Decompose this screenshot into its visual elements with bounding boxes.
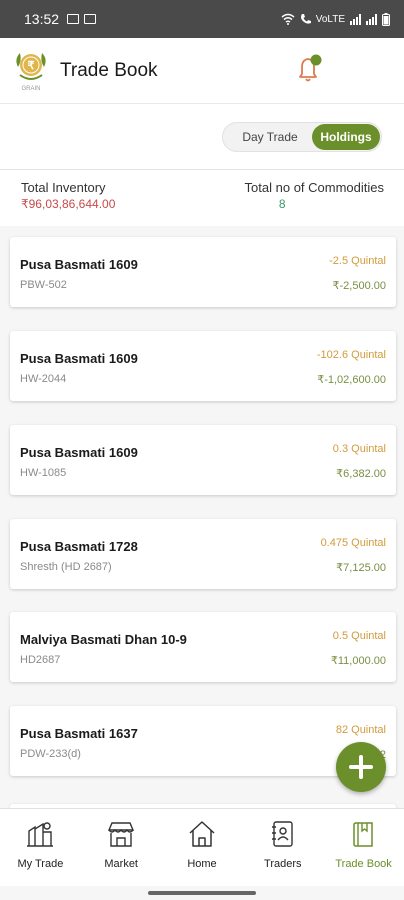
commodity-name: Pusa Basmati 1609	[20, 257, 138, 272]
total-commodities-value: 8	[278, 197, 286, 211]
nav-trade-book[interactable]: Trade Book	[323, 809, 404, 887]
status-bar: 13:52 VoLTE	[0, 0, 404, 38]
nav-label: Trade Book	[335, 858, 392, 870]
summary-panel: Total Inventory ₹96,03,86,644.00 Total n…	[0, 170, 404, 226]
nav-label: Home	[187, 858, 217, 870]
call-icon	[300, 14, 311, 24]
list-item[interactable]: Pusa Basmati 1609 PBW-502 -2.5 Quintal ₹…	[10, 237, 396, 307]
commodity-quantity: -2.5 Quintal	[329, 255, 386, 267]
status-right-icons: VoLTE	[281, 12, 390, 26]
commodity-code: PDW-233(d)	[20, 748, 81, 760]
total-inventory-value: ₹96,03,86,644.00	[21, 197, 116, 211]
nav-label: My Trade	[17, 858, 64, 870]
nav-home[interactable]: Home	[162, 809, 243, 887]
nav-label: Market	[104, 858, 138, 870]
commodity-amount: ₹-1,02,600.00	[317, 374, 386, 386]
notification-button[interactable]	[296, 54, 324, 84]
logo-text: GRAIN	[21, 86, 40, 92]
total-inventory-label: Total Inventory	[21, 180, 106, 195]
network-label: VoLTE	[315, 13, 345, 25]
bottom-navigation: My Trade Market Home Traders Trade Book	[0, 808, 404, 886]
commodity-name: Pusa Basmati 1728	[20, 539, 138, 554]
home-indicator[interactable]	[148, 891, 256, 895]
commodity-quantity: -102.6 Quintal	[316, 349, 386, 361]
list-item[interactable]: Pusa Basmati 1609 HW-2044 -102.6 Quintal…	[10, 331, 396, 401]
traders-icon	[271, 821, 293, 847]
commodity-quantity: 0.475 Quintal	[320, 537, 386, 549]
commodity-name: Pusa Basmati 1609	[20, 445, 138, 460]
gallery-icon	[84, 14, 97, 24]
trade-book-icon	[352, 822, 373, 847]
screen-icon	[67, 14, 80, 24]
app-bar: ₹ GRAIN Trade Book	[0, 38, 404, 104]
status-time: 13:52	[24, 11, 60, 27]
nav-market[interactable]: Market	[81, 809, 162, 887]
view-toggle-area: Day Trade Holdings	[0, 104, 404, 170]
commodity-name: Pusa Basmati 1637	[20, 726, 138, 741]
tab-day-trade[interactable]: Day Trade	[228, 122, 312, 152]
commodity-quantity: 0.5 Quintal	[332, 630, 386, 642]
commodity-code: PBW-502	[20, 279, 67, 291]
view-toggle: Day Trade Holdings	[222, 122, 382, 152]
total-commodities: Total no of Commodities 8	[245, 180, 384, 211]
grain-logo-icon: ₹ GRAIN	[16, 52, 46, 92]
commodity-name: Malviya Basmati Dhan 10-9	[20, 632, 187, 647]
signal-2-icon	[366, 13, 377, 25]
nav-traders[interactable]: Traders	[242, 809, 323, 887]
app-logo[interactable]: ₹ GRAIN	[14, 49, 48, 93]
tab-holdings[interactable]: Holdings	[312, 124, 380, 150]
commodity-code: Shresth (HD 2687)	[20, 561, 112, 573]
list-item[interactable]: Malviya Basmati Dhan 10-9 HD2687 0.5 Qui…	[10, 612, 396, 682]
status-left-icons	[67, 14, 97, 24]
list-item[interactable]: Pusa Basmati 1609 HW-1085 0.3 Quintal ₹6…	[10, 425, 396, 495]
nav-label: Traders	[264, 858, 302, 870]
wifi-icon	[281, 13, 295, 25]
commodity-amount: ₹11,000.00	[330, 655, 386, 667]
signal-icon	[350, 13, 361, 25]
commodity-quantity: 0.3 Quintal	[332, 443, 386, 455]
commodity-amount: ₹-2,500.00	[332, 280, 386, 292]
total-inventory: Total Inventory ₹96,03,86,644.00	[21, 180, 115, 211]
commodity-amount: ₹6,382.00	[336, 468, 386, 480]
commodity-amount: ₹7,125.00	[336, 562, 386, 574]
svg-text:₹: ₹	[28, 60, 35, 72]
nav-my-trade[interactable]: My Trade	[0, 809, 81, 887]
battery-icon	[382, 12, 390, 26]
page-title: Trade Book	[60, 59, 158, 81]
add-trade-button[interactable]	[336, 742, 386, 792]
market-icon	[108, 822, 135, 847]
commodity-code: HW-1085	[20, 467, 67, 479]
commodity-name: Pusa Basmati 1609	[20, 351, 138, 366]
commodity-quantity: 82 Quintal	[335, 724, 386, 736]
home-icon	[189, 821, 215, 847]
bell-icon	[299, 54, 322, 82]
gesture-bar	[0, 886, 404, 900]
list-item[interactable]: Pusa Basmati 1728 Shresth (HD 2687) 0.47…	[10, 519, 396, 589]
total-commodities-label: Total no of Commodities	[244, 180, 384, 195]
commodity-code: HW-2044	[20, 373, 67, 385]
my-trade-icon	[27, 822, 54, 847]
commodity-code: HD2687	[20, 654, 61, 666]
